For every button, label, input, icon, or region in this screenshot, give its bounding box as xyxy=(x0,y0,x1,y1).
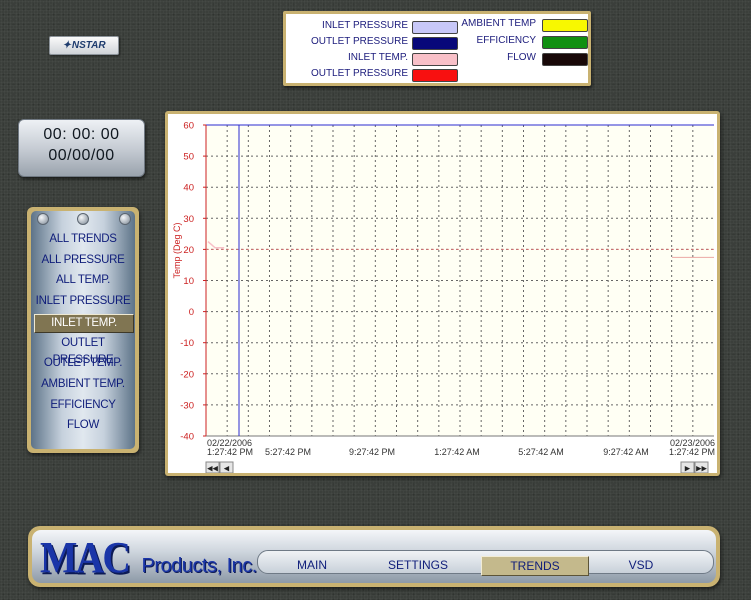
brand-products: Products, Inc. xyxy=(141,555,258,577)
trend-chart-panel: 60 50 40 30 20 10 0 -10 -20 -30 -40 Temp (Deg C) 02/… xyxy=(168,114,717,473)
step-forward-icon[interactable]: ▶ xyxy=(685,466,691,473)
x-tick-time: 1:27:42 AM xyxy=(434,447,480,457)
y-tick-label: 50 xyxy=(183,152,194,163)
legend-swatch xyxy=(412,53,458,66)
clock-date: 00/00/00 xyxy=(48,147,115,164)
trend-menu-item[interactable]: OUTLET PRESSURE xyxy=(34,335,132,366)
legend-swatch xyxy=(542,36,588,49)
y-tick-label: 30 xyxy=(183,214,194,225)
nav-button-settings[interactable]: SETTINGS xyxy=(359,556,477,574)
y-tick-label: -40 xyxy=(180,432,194,443)
bolt-icon xyxy=(119,213,131,225)
trend-chart[interactable]: 6050403020100-10-20-30-40Temp (Deg C)02/… xyxy=(168,114,717,473)
rewind-icon[interactable]: ◀◀ xyxy=(207,466,218,473)
trend-menu-panel: ALL TRENDS ALL PRESSURE ALL TEMP. INLET PRE… xyxy=(31,211,135,449)
bottom-nav-bar: MAC Products, Inc. MAIN SETTINGS TRENDS VSD xyxy=(28,526,720,587)
x-tick-time: 5:27:42 PM xyxy=(265,447,311,457)
bolt-icon xyxy=(77,213,89,225)
trend-legend: INLET PRESSURE OUTLET PRESSURE INLET TEMP.… xyxy=(283,11,591,86)
bottom-nav-panel: MAC Products, Inc. MAIN SETTINGS TRENDS VSD xyxy=(32,530,716,583)
nav-button-trends[interactable]: TRENDS xyxy=(481,556,589,576)
x-tick-time: 5:27:42 AM xyxy=(518,447,564,457)
legend-label: INLET TEMP. xyxy=(347,52,408,63)
legend-label: AMBIENT TEMP xyxy=(461,18,536,29)
clock-time: 00: 00: 00 xyxy=(43,126,120,143)
nav-button-vsd[interactable]: VSD xyxy=(594,556,688,574)
y-tick-label: -20 xyxy=(180,369,194,380)
y-axis-label: Temp (Deg C) xyxy=(172,222,182,278)
y-tick-label: 40 xyxy=(183,183,194,194)
legend-label: EFFICIENCY xyxy=(476,35,536,46)
legend-panel: INLET PRESSURE OUTLET PRESSURE INLET TEMP.… xyxy=(286,14,588,83)
trend-menu-item[interactable]: ALL TEMP. xyxy=(34,272,132,289)
step-back-icon[interactable]: ◀ xyxy=(224,466,230,473)
clock-display: 00: 00: 00 00/00/00 xyxy=(18,119,145,177)
x-tick-time: 1:27:42 PM xyxy=(207,447,253,457)
legend-swatch xyxy=(412,21,458,34)
x-tick-time: 9:27:42 PM xyxy=(349,447,395,457)
nstar-logo: ✦ NSTAR xyxy=(49,36,119,55)
x-tick-time: 1:27:42 PM xyxy=(669,447,715,457)
trend-menu-item[interactable]: AMBIENT TEMP. xyxy=(34,376,132,393)
brand-mac: MAC xyxy=(40,533,131,582)
trend-menu-item[interactable]: OUTLET TEMP. xyxy=(34,355,132,372)
legend-swatch xyxy=(412,37,458,50)
trend-menu-item[interactable]: INLET TEMP. xyxy=(34,313,134,333)
trend-menu-item[interactable]: EFFICIENCY xyxy=(34,397,132,414)
x-tick-time: 9:27:42 AM xyxy=(603,447,649,457)
y-tick-label: -30 xyxy=(180,400,194,411)
trend-menu: ALL TRENDS ALL PRESSURE ALL TEMP. INLET PRE… xyxy=(27,207,139,453)
legend-label: OUTLET PRESSURE xyxy=(310,36,408,47)
legend-label: INLET PRESSURE xyxy=(322,20,408,31)
bolt-icon xyxy=(37,213,49,225)
logo-text: NSTAR xyxy=(71,40,106,51)
trend-menu-item[interactable]: ALL TRENDS xyxy=(34,231,132,248)
fast-forward-icon[interactable]: ▶▶ xyxy=(696,466,707,473)
trend-menu-item[interactable]: FLOW xyxy=(34,417,132,434)
nav-button-main[interactable]: MAIN xyxy=(268,556,356,574)
legend-label: FLOW xyxy=(507,52,536,63)
trend-chart-frame: 60 50 40 30 20 10 0 -10 -20 -30 -40 Temp (Deg C) 02/… xyxy=(165,111,720,476)
trend-menu-item[interactable]: ALL PRESSURE xyxy=(34,252,132,269)
legend-swatch xyxy=(542,19,588,32)
trend-menu-item[interactable]: INLET PRESSURE xyxy=(34,293,132,310)
mac-products-brand: MAC Products, Inc. xyxy=(40,532,257,583)
y-tick-label: 10 xyxy=(183,276,194,287)
y-tick-label: 0 xyxy=(189,307,194,318)
y-tick-label: 20 xyxy=(183,245,194,256)
y-tick-label: 60 xyxy=(183,121,194,132)
y-tick-label: -10 xyxy=(180,338,194,349)
legend-label: OUTLET PRESSURE xyxy=(310,68,408,79)
star-icon: ✦ xyxy=(62,40,71,51)
legend-swatch xyxy=(542,53,588,66)
legend-swatch xyxy=(412,69,458,82)
